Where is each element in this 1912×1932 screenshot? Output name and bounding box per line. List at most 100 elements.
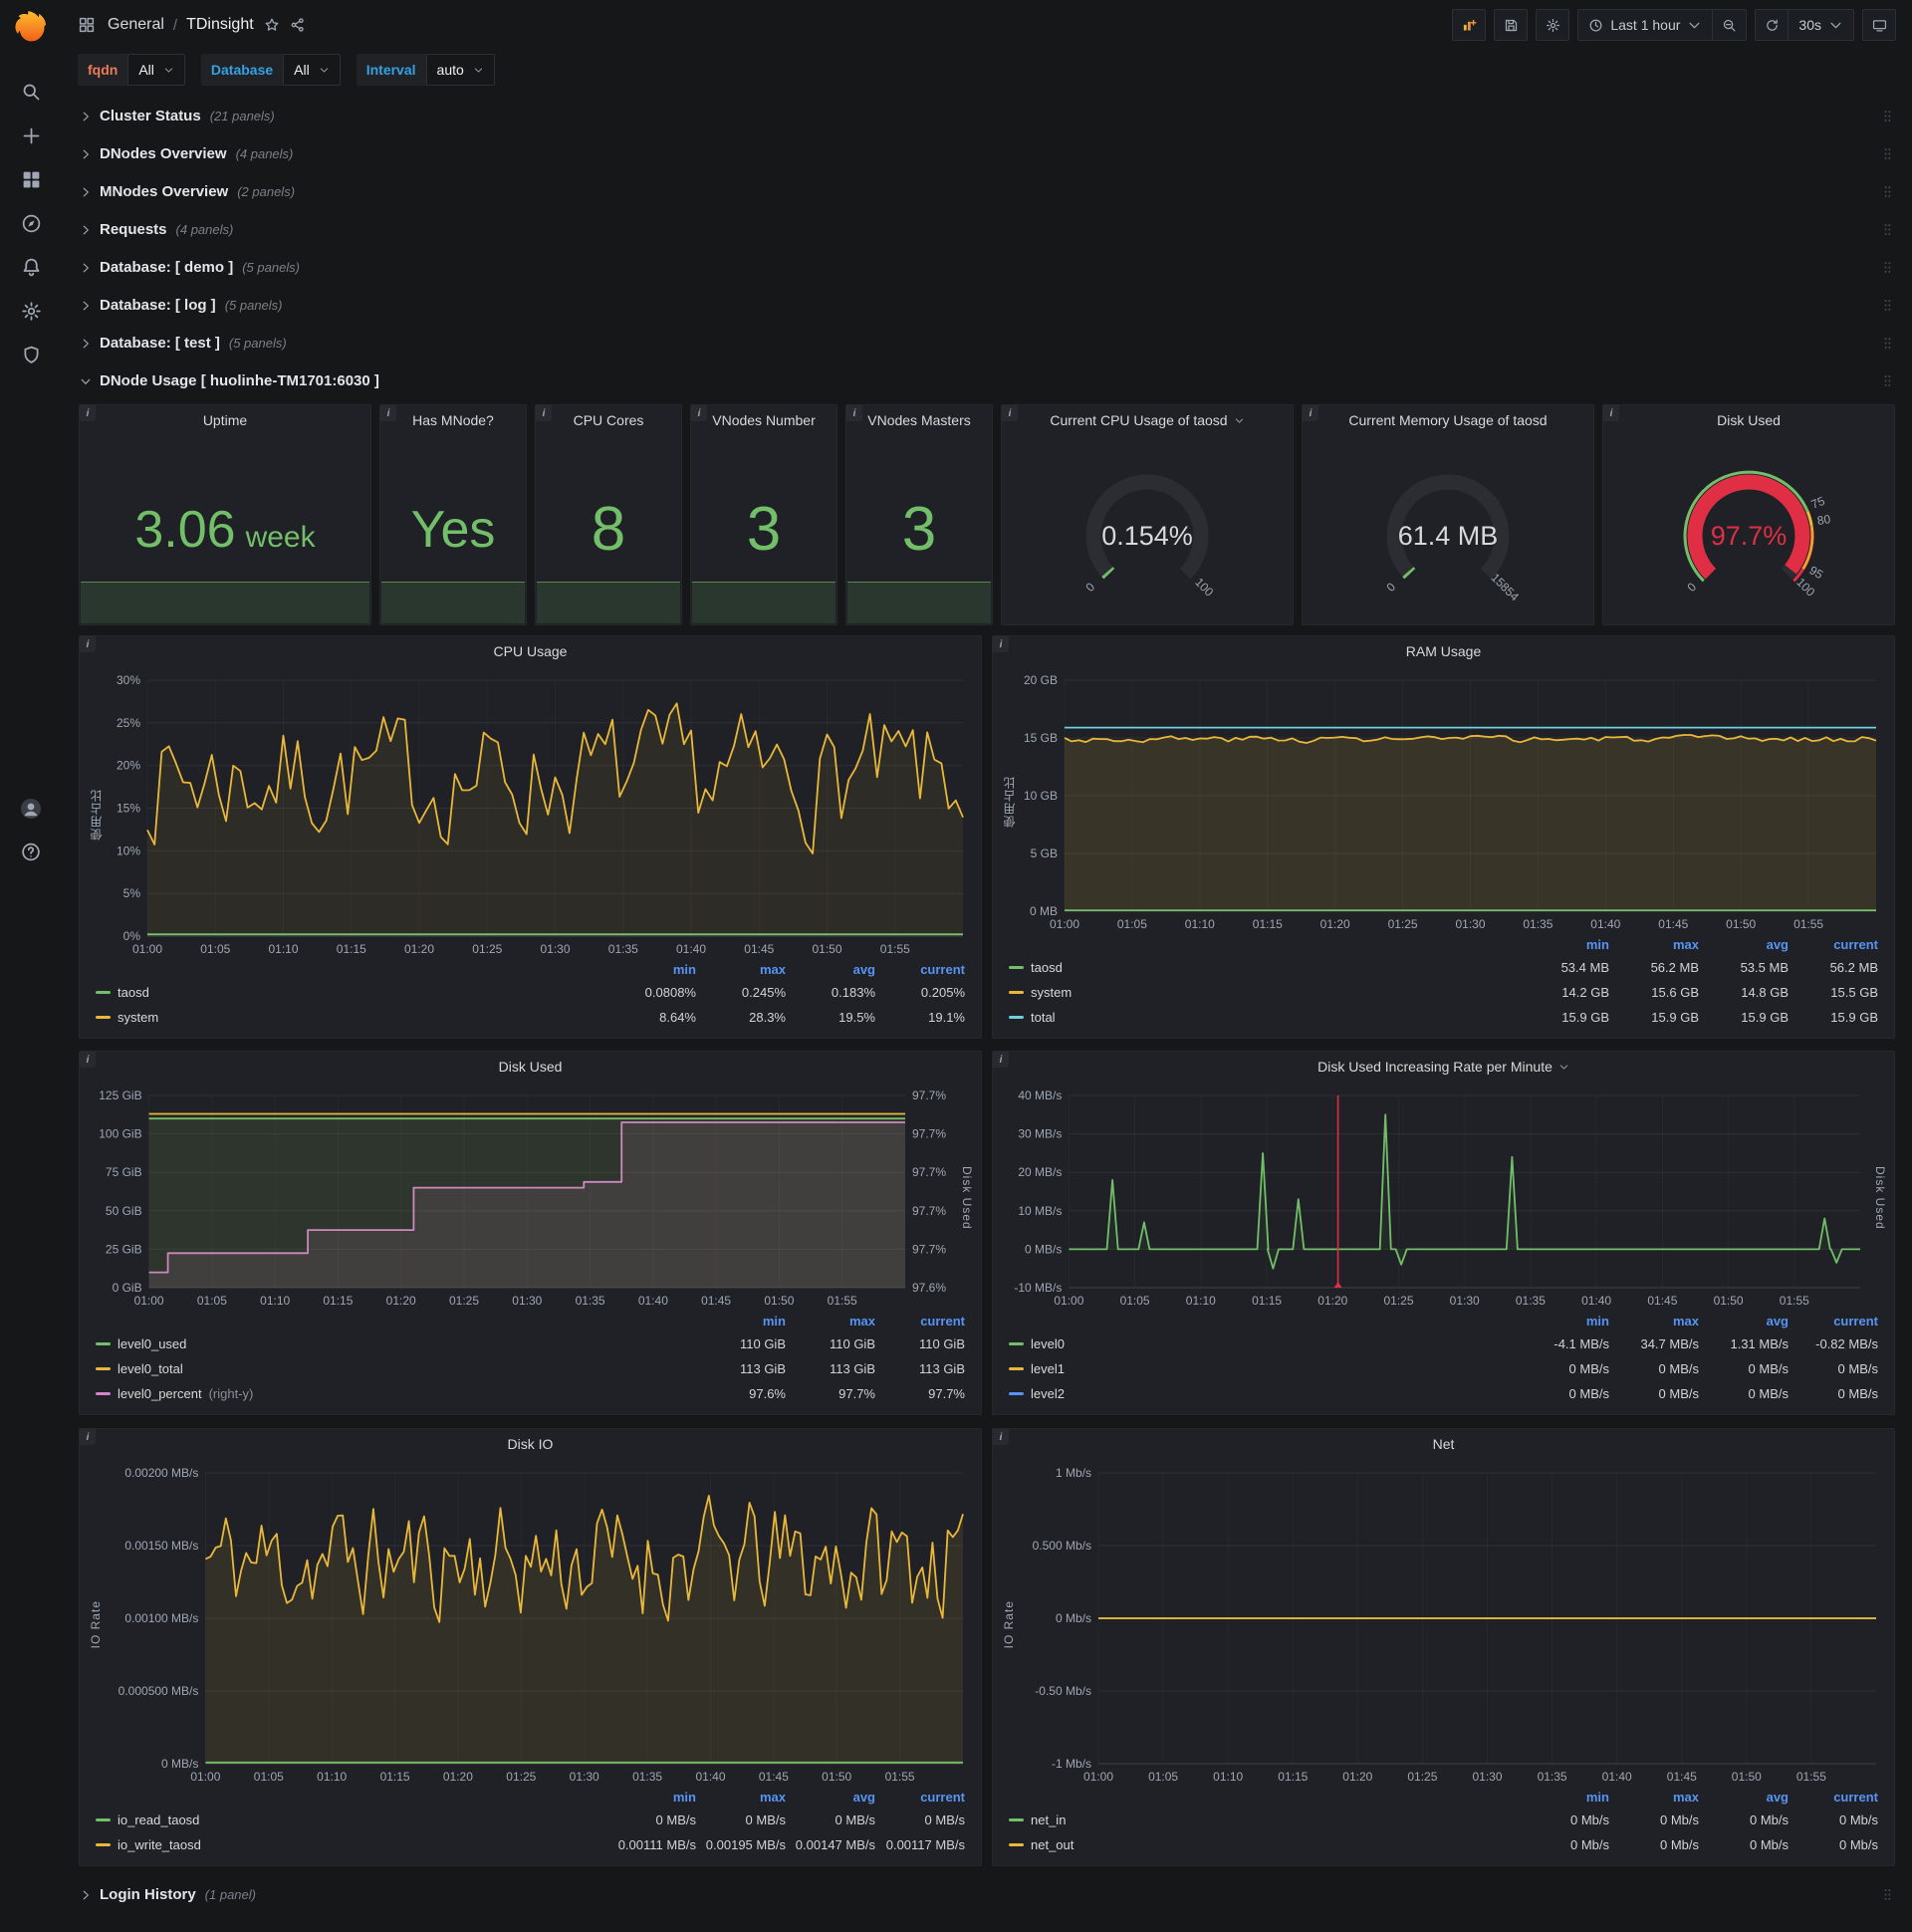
refresh-button[interactable] (1755, 9, 1790, 41)
panel-info-icon[interactable]: i (536, 405, 552, 421)
save-dashboard-button[interactable] (1494, 9, 1529, 41)
user-avatar[interactable] (19, 797, 43, 821)
legend-series-io-read-taosd[interactable]: io_read_taosd (96, 1808, 606, 1832)
legend-column-header[interactable]: current (1789, 1788, 1878, 1808)
legend-column-header[interactable]: current (875, 1788, 965, 1808)
cycle-view-button[interactable] (1862, 9, 1896, 41)
server-admin-icon[interactable] (21, 345, 42, 365)
dashboard-row-database-test[interactable]: Database: [ test ] (5 panels) (79, 329, 1895, 358)
legend-column-header[interactable]: min (606, 960, 696, 980)
drag-handle-icon[interactable] (1880, 1883, 1895, 1906)
legend-column-header[interactable]: min (1520, 1312, 1609, 1331)
legend-column-header[interactable]: avg (1699, 1788, 1789, 1808)
panel-info-icon[interactable]: i (993, 1429, 1009, 1445)
legend-column-header[interactable]: avg (1699, 1312, 1789, 1331)
legend-series-level0[interactable]: level0 (1009, 1331, 1520, 1356)
legend-series-system[interactable]: system (96, 1005, 606, 1030)
dashboard-row-dnodes-overview[interactable]: DNodes Overview (4 panels) (79, 139, 1895, 168)
legend-series-net-in[interactable]: net_in (1009, 1808, 1520, 1832)
zoom-out-button[interactable] (1713, 9, 1748, 41)
legend-series-taosd[interactable]: taosd (96, 980, 606, 1005)
legend-column-header[interactable]: max (1609, 1788, 1699, 1808)
legend-series-level0-used[interactable]: level0_used (96, 1331, 696, 1356)
add-panel-button[interactable] (1452, 9, 1487, 41)
panel-info-icon[interactable]: i (1603, 405, 1619, 421)
panel-title[interactable]: Disk Used (80, 1052, 981, 1082)
panel-info-icon[interactable]: i (80, 636, 96, 652)
dashboard-row-dnode-usage-huolinhe-tm1701-6030[interactable]: DNode Usage [ huolinhe-TM1701:6030 ] (79, 366, 1895, 395)
dashboard-settings-button[interactable] (1536, 9, 1570, 41)
legend-series-total[interactable]: total (1009, 1005, 1520, 1030)
help-icon[interactable] (21, 842, 42, 862)
panel-info-icon[interactable]: i (80, 1052, 96, 1068)
dashboard-row-mnodes-overview[interactable]: MNodes Overview (2 panels) (79, 177, 1895, 206)
drag-handle-icon[interactable] (1880, 218, 1895, 241)
grafana-logo[interactable] (12, 8, 50, 46)
legend-column-header[interactable]: avg (786, 1788, 875, 1808)
dashboard-row-login-history[interactable]: Login History (1 panel) (79, 1880, 1895, 1909)
search-icon[interactable] (21, 82, 42, 103)
panel-title[interactable]: CPU Cores (536, 405, 681, 435)
legend-column-header[interactable]: min (696, 1312, 786, 1331)
legend-column-header[interactable]: avg (786, 960, 875, 980)
legend-column-header[interactable]: max (696, 1788, 786, 1808)
panel-title[interactable]: Disk IO (80, 1429, 981, 1459)
panel-title[interactable]: RAM Usage (993, 636, 1894, 666)
drag-handle-icon[interactable] (1880, 294, 1895, 317)
legend-column-header[interactable]: avg (1699, 935, 1789, 955)
legend-column-header[interactable]: current (1789, 935, 1878, 955)
panel-title[interactable]: Disk Used (1603, 405, 1894, 435)
panel-title[interactable]: Net (993, 1429, 1894, 1459)
panel-title[interactable]: Current Memory Usage of taosd (1303, 405, 1593, 435)
legend-series-level1[interactable]: level1 (1009, 1356, 1520, 1381)
drag-handle-icon[interactable] (1880, 105, 1895, 127)
legend-column-header[interactable]: min (1520, 935, 1609, 955)
panel-title[interactable]: VNodes Masters (846, 405, 992, 435)
time-range-picker[interactable]: Last 1 hour (1577, 9, 1714, 41)
create-icon[interactable] (21, 125, 42, 146)
legend-column-header[interactable]: min (1520, 1788, 1609, 1808)
panel-info-icon[interactable]: i (380, 405, 396, 421)
panel-title[interactable]: Disk Used Increasing Rate per Minute (993, 1052, 1894, 1082)
dashboard-row-database-log[interactable]: Database: [ log ] (5 panels) (79, 291, 1895, 320)
dashboards-icon[interactable] (21, 169, 42, 190)
drag-handle-icon[interactable] (1880, 180, 1895, 203)
panel-title[interactable]: CPU Usage (80, 636, 981, 666)
panel-title[interactable]: Uptime (80, 405, 370, 435)
refresh-interval-picker[interactable]: 30s (1789, 9, 1854, 41)
panel-title[interactable]: VNodes Number (691, 405, 836, 435)
legend-column-header[interactable]: max (786, 1312, 875, 1331)
panel-info-icon[interactable]: i (1002, 405, 1018, 421)
breadcrumb-folder[interactable]: General (108, 16, 164, 34)
legend-column-header[interactable]: max (1609, 935, 1699, 955)
legend-series-system[interactable]: system (1009, 980, 1520, 1005)
legend-series-level2[interactable]: level2 (1009, 1381, 1520, 1406)
legend-column-header[interactable]: max (1609, 1312, 1699, 1331)
legend-series-level0-total[interactable]: level0_total (96, 1356, 696, 1381)
panel-info-icon[interactable]: i (1303, 405, 1318, 421)
variable-value-dropdown[interactable]: auto (425, 54, 495, 86)
legend-column-header[interactable]: min (606, 1788, 696, 1808)
dashboard-row-requests[interactable]: Requests (4 panels) (79, 215, 1895, 244)
configuration-icon[interactable] (21, 301, 42, 322)
explore-icon[interactable] (21, 213, 42, 234)
legend-series-io-write-taosd[interactable]: io_write_taosd (96, 1832, 606, 1857)
panel-info-icon[interactable]: i (993, 1052, 1009, 1068)
panel-title[interactable]: Current CPU Usage of taosd (1002, 405, 1293, 435)
legend-series-taosd[interactable]: taosd (1009, 955, 1520, 980)
variable-value-dropdown[interactable]: All (283, 54, 341, 86)
legend-column-header[interactable]: max (696, 960, 786, 980)
variable-value-dropdown[interactable]: All (127, 54, 185, 86)
share-icon[interactable] (290, 17, 306, 33)
legend-column-header[interactable]: current (1789, 1312, 1878, 1331)
alerting-icon[interactable] (21, 257, 42, 278)
drag-handle-icon[interactable] (1880, 256, 1895, 279)
star-icon[interactable] (264, 17, 280, 33)
dashboard-row-cluster-status[interactable]: Cluster Status (21 panels) (79, 102, 1895, 130)
dashboard-grid-icon[interactable] (78, 16, 96, 34)
panel-info-icon[interactable]: i (691, 405, 707, 421)
legend-column-header[interactable]: current (875, 960, 965, 980)
panel-info-icon[interactable]: i (80, 405, 96, 421)
legend-series-net-out[interactable]: net_out (1009, 1832, 1520, 1857)
dashboard-row-database-demo[interactable]: Database: [ demo ] (5 panels) (79, 253, 1895, 282)
